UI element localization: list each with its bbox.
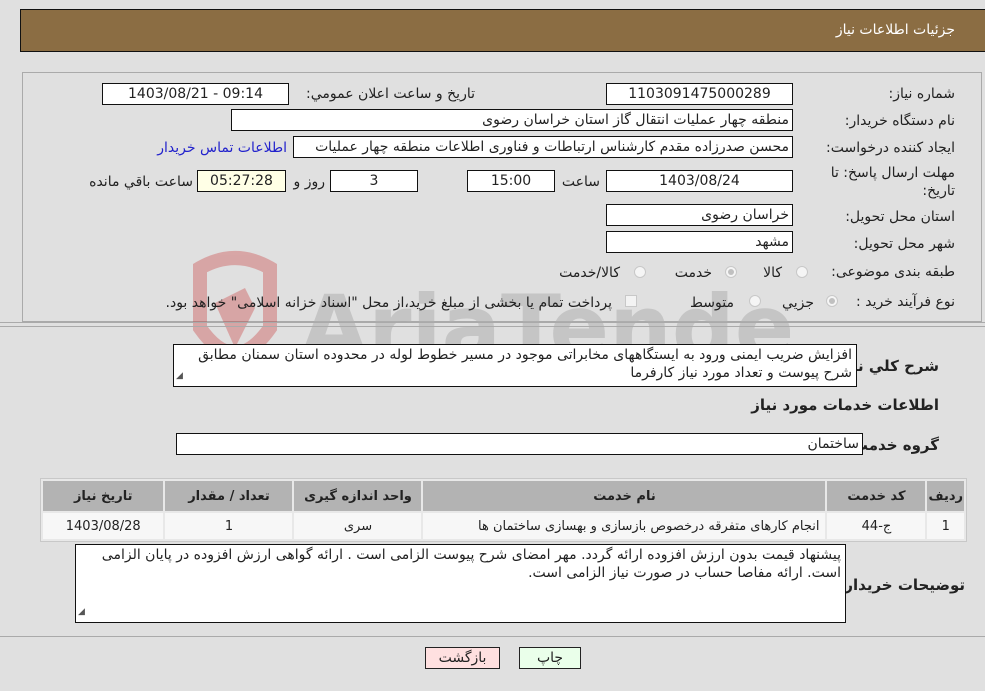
- delivery-province-label: استان محل تحويل:: [845, 209, 955, 225]
- requester-label: ايجاد کننده درخواست:: [826, 140, 955, 156]
- deadline-time-field: 15:00: [467, 170, 555, 192]
- remaining-days-field: 3: [330, 170, 418, 192]
- treasury-note: پرداخت تمام يا بخشی از مبلغ خريد،از محل …: [165, 295, 612, 311]
- page-header: جزئیات اطلاعات نیاز: [20, 9, 985, 52]
- divider: [0, 636, 985, 637]
- col-header-unit: واحد اندازه گيری: [294, 481, 422, 511]
- col-header-quantity: تعداد / مقدار: [165, 481, 293, 511]
- remaining-time-field: 05:27:28: [197, 170, 286, 192]
- services-table: رديف کد خدمت نام خدمت واحد اندازه گيری ت…: [40, 478, 967, 542]
- services-section-title: اطلاعات خدمات مورد نياز: [751, 396, 939, 414]
- treasury-checkbox[interactable]: [625, 295, 637, 307]
- announce-datetime-label: تاریخ و ساعت اعلان عمومي:: [306, 86, 475, 102]
- need-number-label: شماره نیاز:: [888, 86, 956, 102]
- purchase-radio-medium[interactable]: [749, 295, 761, 307]
- buyer-notes-textarea[interactable]: پیشنهاد قیمت بدون ارزش افزوده ارائه گردد…: [75, 544, 846, 623]
- resize-handle-icon[interactable]: ◢: [176, 367, 183, 385]
- category-radio-goods-service[interactable]: [634, 266, 646, 278]
- service-group-field: ساختمان: [176, 433, 863, 455]
- need-number-field: 1103091475000289: [606, 83, 793, 105]
- purchase-option-minor: جزيي: [782, 295, 814, 311]
- page-title: جزئیات اطلاعات نیاز: [835, 22, 955, 38]
- buyer-contact-link[interactable]: اطلاعات تماس خريدار: [157, 140, 287, 156]
- category-option-goods-service: کالا/خدمت: [559, 265, 620, 281]
- category-option-goods: کالا: [763, 265, 782, 281]
- resize-handle-icon[interactable]: ◢: [78, 603, 85, 621]
- buyer-notes-label: توضيحات خريدار:: [838, 576, 965, 594]
- col-header-need-date: تاريخ نياز: [43, 481, 164, 511]
- back-button[interactable]: بازگشت: [425, 647, 500, 669]
- table-header-row: رديف کد خدمت نام خدمت واحد اندازه گيری ت…: [43, 481, 964, 511]
- delivery-province-field: خراسان رضوی: [606, 204, 793, 226]
- divider: [0, 322, 985, 323]
- buyer-org-field: منطقه چهار عملیات انتقال گاز استان خراسا…: [231, 109, 793, 131]
- print-button[interactable]: چاپ: [519, 647, 581, 669]
- category-option-service: خدمت: [674, 265, 712, 281]
- purchase-option-medium: متوسط: [690, 295, 734, 311]
- deadline-date-field: 1403/08/24: [606, 170, 793, 192]
- buyer-org-label: نام دستگاه خريدار:: [844, 113, 955, 129]
- deadline-time-label: ساعت: [561, 174, 600, 190]
- purchase-type-label: نوع فرآيند خريد :: [856, 294, 955, 310]
- table-row: 1 ج-44 انجام کارهای متفرقه درخصوص بازساز…: [43, 513, 964, 539]
- category-label: طبقه بندی موضوعی:: [831, 264, 955, 280]
- delivery-city-label: شهر محل تحويل:: [853, 236, 955, 252]
- description-text: افزایش ضریب ایمنی ورود به ایستگاههای مخا…: [198, 347, 852, 381]
- announce-datetime-field: 1403/08/21 - 09:14: [102, 83, 289, 105]
- divider: [0, 326, 985, 327]
- buyer-notes-text: پیشنهاد قیمت بدون ارزش افزوده ارائه گردد…: [101, 547, 841, 581]
- category-radio-service[interactable]: [725, 266, 737, 278]
- deadline-label: مهلت ارسال پاسخ: تا تاریخ:: [830, 165, 955, 199]
- cell-quantity: 1: [165, 513, 293, 539]
- cell-service-code: ج-44: [827, 513, 926, 539]
- cell-unit: سری: [294, 513, 422, 539]
- col-header-service-name: نام خدمت: [423, 481, 826, 511]
- description-textarea[interactable]: افزایش ضریب ایمنی ورود به ایستگاههای مخا…: [173, 344, 857, 387]
- delivery-city-field: مشهد: [606, 231, 793, 253]
- requester-field: محسن صدرزاده مقدم کارشناس ارتباطات و فنا…: [293, 136, 793, 158]
- category-radio-goods[interactable]: [796, 266, 808, 278]
- purchase-radio-minor[interactable]: [826, 295, 838, 307]
- col-header-service-code: کد خدمت: [827, 481, 926, 511]
- days-label: روز و: [293, 174, 326, 190]
- col-header-row-number: رديف: [927, 481, 964, 511]
- cell-service-name: انجام کارهای متفرقه درخصوص بازسازی و بهس…: [423, 513, 826, 539]
- cell-row-number: 1: [927, 513, 964, 539]
- remaining-time-label: ساعت باقي مانده: [89, 174, 193, 190]
- cell-need-date: 1403/08/28: [43, 513, 164, 539]
